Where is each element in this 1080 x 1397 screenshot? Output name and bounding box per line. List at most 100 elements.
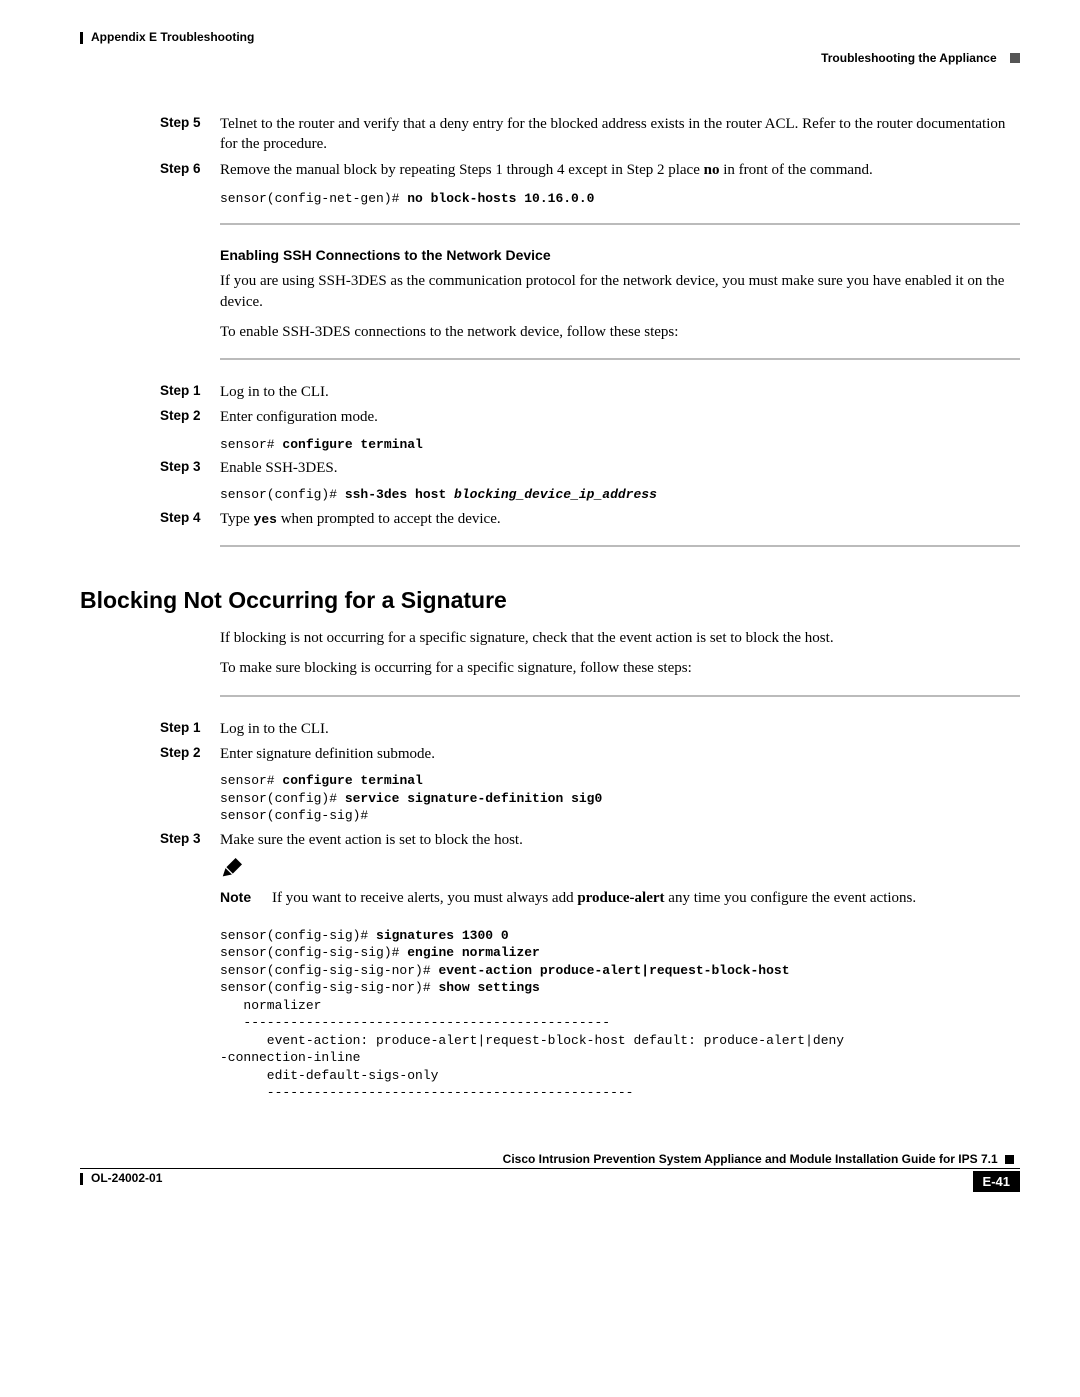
code-command: show settings xyxy=(438,980,539,995)
step-bold: no xyxy=(704,162,720,178)
code-output: ----------------------------------------… xyxy=(220,1085,633,1100)
step-row: Step 3 Make sure the event action is set… xyxy=(160,830,1020,1102)
code-prompt: sensor(config-sig-sig)# xyxy=(220,945,407,960)
code-inline: yes xyxy=(254,512,277,527)
step-text: Type xyxy=(220,511,254,527)
step-label: Step 3 xyxy=(160,458,220,504)
code-output: ----------------------------------------… xyxy=(220,1015,610,1030)
step-row: Step 5 Telnet to the router and verify t… xyxy=(160,114,1020,155)
code-output: -connection-inline xyxy=(220,1050,360,1065)
footer-title-text: Cisco Intrusion Prevention System Applia… xyxy=(503,1152,998,1166)
code-output: edit-default-sigs-only xyxy=(220,1068,438,1083)
code-command: configure terminal xyxy=(282,437,422,452)
step-label: Step 6 xyxy=(160,160,220,208)
step-text: Remove the manual block by repeating Ste… xyxy=(220,162,704,178)
step-text: when prompted to accept the device. xyxy=(277,511,501,527)
note-block: Note If you want to receive alerts, you … xyxy=(220,858,1020,909)
code-argument: blocking_device_ip_address xyxy=(454,487,657,502)
header-right: Troubleshooting the Appliance xyxy=(821,50,1020,65)
code-output: normalizer xyxy=(220,998,321,1013)
step-body: Log in to the CLI. xyxy=(220,382,1020,402)
step-text: in front of the command. xyxy=(719,162,872,178)
code-prompt: sensor(config-sig-sig-nor)# xyxy=(220,980,438,995)
footer-page-number-wrap: E-41 xyxy=(973,1171,1020,1192)
note-pen-icon xyxy=(220,858,1020,886)
paragraph: If blocking is not occurring for a speci… xyxy=(220,628,1020,648)
step-label: Step 5 xyxy=(160,114,220,155)
footer-bar-icon xyxy=(80,1173,83,1185)
paragraph: To make sure blocking is occurring for a… xyxy=(220,658,1020,678)
page-footer: Cisco Intrusion Prevention System Applia… xyxy=(80,1152,1020,1192)
section-rule xyxy=(220,695,1020,697)
note-bold: produce-alert xyxy=(577,890,664,906)
step-body: Enable SSH-3DES. sensor(config)# ssh-3de… xyxy=(220,458,1020,504)
note-body: If you want to receive alerts, you must … xyxy=(272,888,1020,908)
section-rule xyxy=(220,545,1020,547)
code-block: sensor(config-net-gen)# no block-hosts 1… xyxy=(220,190,1020,208)
code-command: configure terminal xyxy=(282,773,422,788)
code-output-block: sensor(config-sig)# signatures 1300 0 se… xyxy=(220,927,1020,1102)
code-block: sensor(config)# ssh-3des host blocking_d… xyxy=(220,486,1020,504)
step-row: Step 3 Enable SSH-3DES. sensor(config)# … xyxy=(160,458,1020,504)
code-prompt: sensor(config)# xyxy=(220,791,345,806)
note-text: If you want to receive alerts, you must … xyxy=(272,890,577,906)
step-row: Step 1 Log in to the CLI. xyxy=(160,382,1020,402)
paragraph: If you are using SSH-3DES as the communi… xyxy=(220,271,1020,312)
step-row: Step 1 Log in to the CLI. xyxy=(160,719,1020,739)
step-text: Make sure the event action is set to blo… xyxy=(220,832,523,848)
code-block: sensor# configure terminal xyxy=(220,436,1020,454)
step-body: Log in to the CLI. xyxy=(220,719,1020,739)
code-command: event-action produce-alert|request-block… xyxy=(438,963,789,978)
step-text: Enter configuration mode. xyxy=(220,409,378,425)
footer-doc-id: OL-24002-01 xyxy=(80,1171,162,1185)
footer-bottom-row: OL-24002-01 E-41 xyxy=(80,1171,1020,1192)
code-prompt: sensor(config-sig)# xyxy=(220,928,376,943)
step-text: Enable SSH-3DES. xyxy=(220,460,338,476)
code-command: service signature-definition sig0 xyxy=(345,791,602,806)
page-header: Appendix E Troubleshooting Troubleshooti… xyxy=(80,30,1020,44)
step-body: Type yes when prompted to accept the dev… xyxy=(220,509,1020,529)
step-text: Enter signature definition submode. xyxy=(220,746,435,762)
code-block: sensor# configure terminal sensor(config… xyxy=(220,772,1020,825)
footer-doc-id-text: OL-24002-01 xyxy=(91,1171,162,1185)
step-body: Make sure the event action is set to blo… xyxy=(220,830,1020,1102)
code-command: no block-hosts 10.16.0.0 xyxy=(407,191,594,206)
footer-rule xyxy=(80,1168,1020,1169)
code-prompt: sensor(config-sig-sig-nor)# xyxy=(220,963,438,978)
code-command: engine normalizer xyxy=(407,945,540,960)
paragraph: To enable SSH-3DES connections to the ne… xyxy=(220,322,1020,342)
note-label: Note xyxy=(220,888,272,908)
header-bar-icon xyxy=(80,32,83,44)
header-left: Appendix E Troubleshooting xyxy=(80,30,1020,44)
step-body: Enter configuration mode. sensor# config… xyxy=(220,407,1020,453)
code-command: ssh-3des host xyxy=(345,487,454,502)
footer-square-icon xyxy=(1005,1155,1014,1164)
footer-rule-row xyxy=(80,1168,1020,1169)
section-heading: Blocking Not Occurring for a Signature xyxy=(80,587,1020,614)
code-command: signatures 1300 0 xyxy=(376,928,509,943)
code-prompt: sensor(config-sig)# xyxy=(220,808,376,823)
step-label: Step 4 xyxy=(160,509,220,529)
header-right-text: Troubleshooting the Appliance xyxy=(821,51,997,65)
section-rule xyxy=(220,358,1020,360)
footer-title: Cisco Intrusion Prevention System Applia… xyxy=(80,1152,1020,1166)
step-row: Step 6 Remove the manual block by repeat… xyxy=(160,160,1020,208)
code-prompt: sensor# xyxy=(220,773,282,788)
page-number: E-41 xyxy=(973,1171,1020,1192)
step-label: Step 2 xyxy=(160,744,220,825)
header-square-icon xyxy=(1010,53,1020,63)
section-rule xyxy=(220,223,1020,225)
code-prompt: sensor(config-net-gen)# xyxy=(220,191,407,206)
note-text: any time you configure the event actions… xyxy=(665,890,917,906)
step-label: Step 2 xyxy=(160,407,220,453)
step-row: Step 2 Enter configuration mode. sensor#… xyxy=(160,407,1020,453)
code-output: event-action: produce-alert|request-bloc… xyxy=(220,1033,844,1048)
code-prompt: sensor# xyxy=(220,437,282,452)
step-body: Remove the manual block by repeating Ste… xyxy=(220,160,1020,208)
step-body: Telnet to the router and verify that a d… xyxy=(220,114,1020,155)
step-label: Step 1 xyxy=(160,719,220,739)
code-prompt: sensor(config)# xyxy=(220,487,345,502)
subsection-heading: Enabling SSH Connections to the Network … xyxy=(220,247,1020,263)
step-body: Enter signature definition submode. sens… xyxy=(220,744,1020,825)
step-label: Step 3 xyxy=(160,830,220,1102)
